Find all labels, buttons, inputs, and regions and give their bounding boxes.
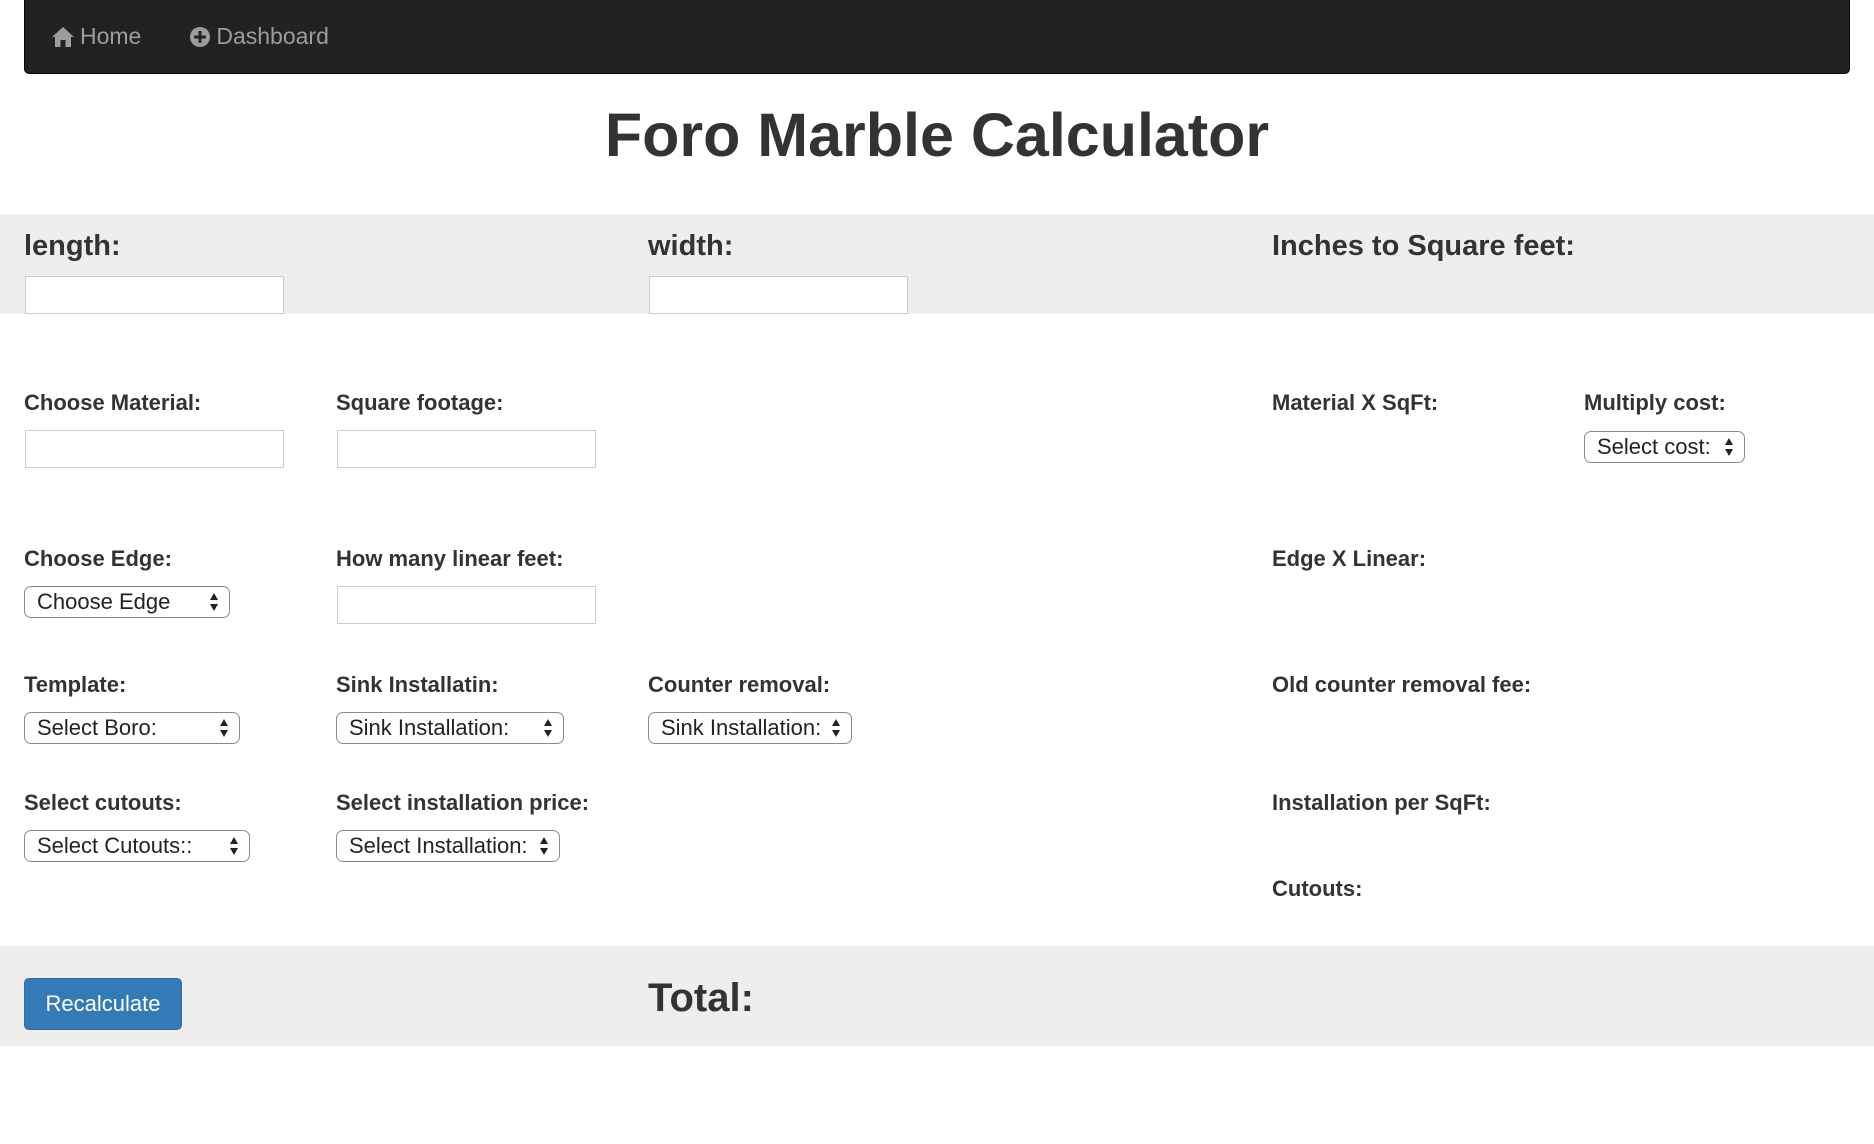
home-icon — [52, 26, 74, 47]
select-cutouts-label: Select cutouts: — [24, 790, 182, 815]
linear-feet-input[interactable] — [337, 586, 596, 624]
sink-installation-select[interactable]: Sink Installation: — [336, 712, 564, 744]
cutouts-result-label: Cutouts: — [1272, 876, 1363, 901]
multiply-cost-select-value: Select cost: — [1597, 434, 1711, 459]
inches-to-sqft-label: Inches to Square feet: — [1272, 230, 1575, 262]
installation-per-sqft-label: Installation per SqFt: — [1272, 790, 1491, 815]
cutouts-select-value: Select Cutouts:: — [37, 833, 193, 858]
sink-installation-select-value: Sink Installation: — [349, 715, 510, 740]
select-arrows-icon — [209, 592, 219, 612]
installation-price-label: Select installation price: — [336, 790, 590, 815]
choose-edge-label: Choose Edge: — [24, 546, 172, 571]
template-select-value: Select Boro: — [37, 715, 157, 740]
nav-dashboard-label: Dashboard — [216, 23, 329, 49]
length-input[interactable] — [25, 276, 284, 314]
edge-x-linear-label: Edge X Linear: — [1272, 546, 1427, 571]
nav-home-link[interactable]: Home — [51, 23, 141, 50]
total-band — [0, 946, 1874, 1046]
cutouts-select[interactable]: Select Cutouts:: — [24, 830, 250, 862]
square-footage-input[interactable] — [337, 430, 596, 468]
plus-circle-icon — [190, 26, 211, 47]
total-label: Total: — [648, 976, 754, 1020]
navbar: Home Dashboard — [24, 0, 1850, 74]
edge-select[interactable]: Choose Edge — [24, 586, 230, 618]
counter-removal-select-value: Sink Installation: — [661, 715, 822, 740]
multiply-cost-label: Multiply cost: — [1584, 390, 1726, 415]
old-counter-removal-fee-label: Old counter removal fee: — [1272, 672, 1532, 697]
multiply-cost-select[interactable]: Select cost: — [1584, 431, 1745, 463]
select-arrows-icon — [1724, 437, 1734, 457]
width-input[interactable] — [649, 276, 908, 314]
select-arrows-icon — [539, 836, 549, 856]
template-select[interactable]: Select Boro: — [24, 712, 240, 744]
square-footage-label: Square footage: — [336, 390, 504, 415]
page-title: Foro Marble Calculator — [604, 101, 1270, 169]
material-input[interactable] — [25, 430, 284, 468]
recalculate-button[interactable]: Recalculate — [24, 978, 182, 1030]
width-label: width: — [648, 230, 734, 262]
select-arrows-icon — [831, 718, 841, 738]
select-arrows-icon — [219, 718, 229, 738]
linear-feet-label: How many linear feet: — [336, 546, 564, 571]
material-x-sqft-label: Material X SqFt: — [1272, 390, 1439, 415]
nav-home-label: Home — [80, 23, 142, 49]
choose-material-label: Choose Material: — [24, 390, 202, 415]
nav-dashboard-link[interactable]: Dashboard — [189, 23, 329, 50]
select-arrows-icon — [229, 836, 239, 856]
counter-removal-label: Counter removal: — [648, 672, 831, 697]
installation-select[interactable]: Select Installation: — [336, 830, 560, 862]
template-label: Template: — [24, 672, 127, 697]
sink-installation-label: Sink Installatin: — [336, 672, 499, 697]
length-label: length: — [24, 230, 121, 262]
counter-removal-select[interactable]: Sink Installation: — [648, 712, 852, 744]
installation-select-value: Select Installation: — [349, 833, 528, 858]
select-arrows-icon — [543, 718, 553, 738]
edge-select-value: Choose Edge — [37, 589, 171, 614]
